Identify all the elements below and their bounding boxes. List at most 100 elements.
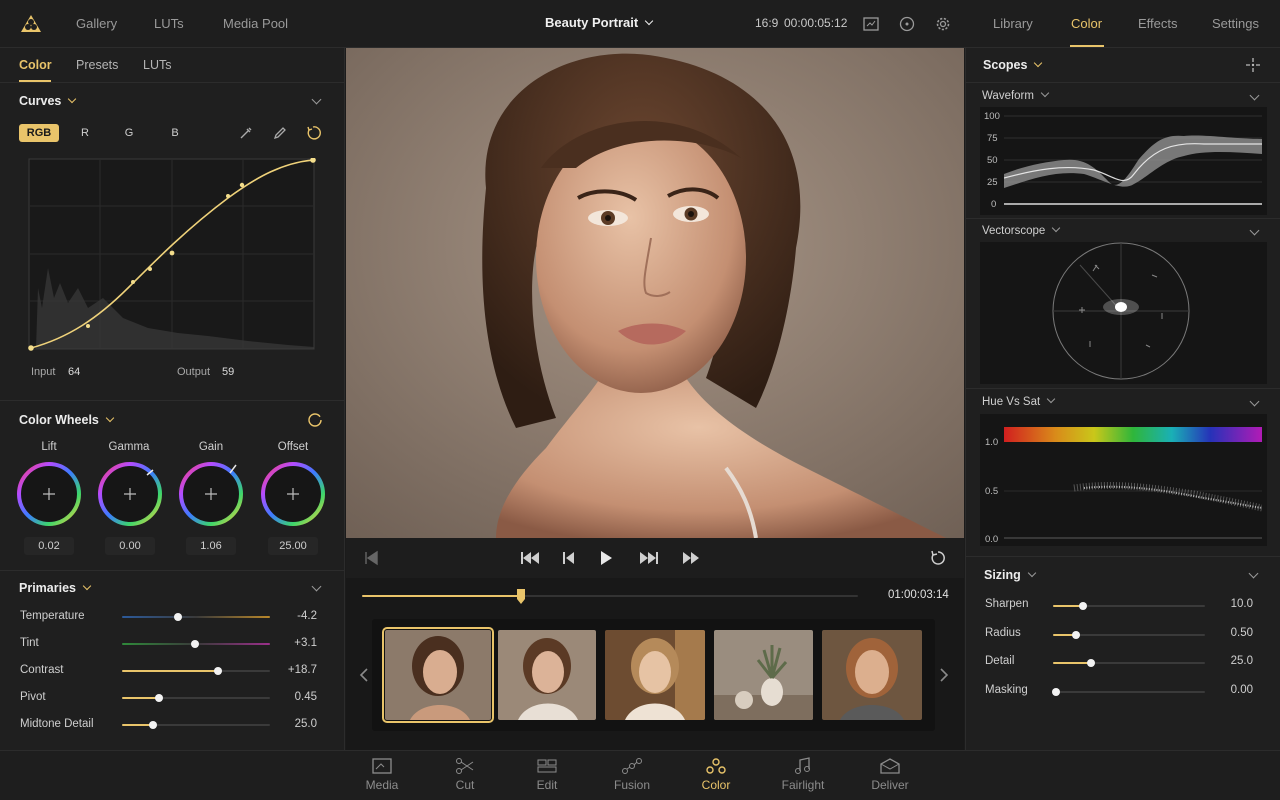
divider — [0, 570, 345, 571]
lift-wheel[interactable] — [16, 461, 82, 527]
slider-knob[interactable] — [149, 721, 157, 729]
slider-knob[interactable] — [155, 694, 163, 702]
slider-knob[interactable] — [174, 613, 182, 621]
chevron-left-icon[interactable] — [358, 667, 370, 683]
primaries-row: Pivot 0.45 — [20, 691, 320, 707]
tab-luts[interactable]: LUTs — [143, 58, 171, 72]
app-logo-icon[interactable] — [20, 13, 42, 35]
primaries-header[interactable]: Primaries — [19, 581, 92, 595]
slider-knob[interactable] — [1052, 688, 1060, 696]
aspect-ratio: 16:9 — [755, 16, 779, 30]
hue-vs-sat-tick: 0.0 — [985, 534, 999, 545]
sizing-row-label: Radius — [985, 627, 1021, 639]
loop-icon[interactable] — [929, 549, 947, 567]
nav-gallery[interactable]: Gallery — [76, 16, 117, 31]
clip-thumbnail[interactable] — [714, 630, 813, 720]
reset-wheels-icon[interactable] — [307, 412, 323, 428]
slider-knob[interactable] — [1079, 602, 1087, 610]
slider-knob[interactable] — [1087, 659, 1095, 667]
nav-media-pool[interactable]: Media Pool — [223, 16, 288, 31]
sizing-row-label: Detail — [985, 655, 1015, 667]
slider-fill — [122, 670, 218, 672]
page-fairlight[interactable]: Fairlight — [768, 757, 838, 792]
step-back-icon[interactable] — [560, 550, 576, 566]
sizing-row-value[interactable]: 10.0 — [1200, 598, 1253, 610]
primaries-row-value[interactable]: +18.7 — [288, 664, 317, 676]
viewer-image[interactable] — [346, 48, 964, 538]
primaries-row-value[interactable]: 25.0 — [295, 718, 317, 730]
hue-vs-sat-header[interactable]: Hue Vs Sat — [982, 394, 1056, 408]
clip-thumbnail[interactable] — [382, 627, 494, 723]
channel-b[interactable]: B — [162, 124, 188, 142]
curves-graph[interactable] — [28, 158, 316, 352]
page-cut-label: Cut — [455, 778, 475, 792]
primaries-row-value[interactable]: 0.45 — [295, 691, 317, 703]
page-color-label: Color — [701, 778, 731, 792]
offset-wheel[interactable] — [260, 461, 326, 527]
nav-effects[interactable]: Effects — [1138, 16, 1178, 31]
channel-rgb[interactable]: RGB — [19, 124, 59, 142]
output-label: Output — [177, 366, 211, 378]
gamma-value[interactable]: 0.00 — [105, 537, 155, 555]
vectorscope-title: Vectorscope — [982, 225, 1046, 237]
color-wheels-header[interactable]: Color Wheels — [19, 413, 115, 427]
previous-clip-icon[interactable] — [519, 550, 541, 566]
pen-icon[interactable] — [272, 125, 288, 141]
fast-forward-icon[interactable] — [681, 550, 701, 566]
sizing-header[interactable]: Sizing — [984, 568, 1037, 582]
crosshair-icon[interactable] — [1245, 57, 1261, 73]
primaries-row-label: Tint — [20, 637, 39, 649]
chevron-down-icon — [1027, 568, 1037, 578]
page-color[interactable]: Color — [681, 757, 751, 792]
reset-curve-icon[interactable] — [305, 125, 321, 141]
sizing-row-value[interactable]: 0.50 — [1200, 627, 1253, 639]
scopes-toggle-icon[interactable] — [862, 15, 880, 33]
slider-fill — [1053, 662, 1091, 664]
waveform-header[interactable]: Waveform — [982, 88, 1050, 102]
slider-track[interactable] — [1053, 691, 1205, 693]
page-fusion[interactable]: Fusion — [597, 757, 667, 792]
vectorscope-header[interactable]: Vectorscope — [982, 223, 1061, 237]
page-cut[interactable]: Cut — [430, 757, 500, 792]
sizing-row-value[interactable]: 0.00 — [1200, 684, 1253, 696]
primaries-row-value[interactable]: +3.1 — [294, 637, 317, 649]
clip-thumbnail[interactable] — [822, 630, 922, 720]
next-clip-icon[interactable] — [638, 550, 660, 566]
record-icon[interactable] — [898, 15, 916, 33]
play-icon[interactable] — [598, 549, 614, 567]
tab-presets[interactable]: Presets — [76, 58, 118, 72]
primaries-row-value[interactable]: -4.2 — [297, 610, 317, 622]
slider-knob[interactable] — [214, 667, 222, 675]
color-wheels-title: Color Wheels — [19, 413, 99, 427]
nav-settings[interactable]: Settings — [1212, 16, 1259, 31]
sizing-row-value[interactable]: 25.0 — [1200, 655, 1253, 667]
gamma-wheel[interactable] — [97, 461, 163, 527]
lift-value[interactable]: 0.02 — [24, 537, 74, 555]
clip-thumbnail[interactable] — [605, 630, 705, 720]
curves-header[interactable]: Curves — [19, 94, 77, 108]
nav-color[interactable]: Color — [1071, 16, 1102, 31]
project-title-dropdown[interactable]: Beauty Portrait — [545, 15, 654, 30]
page-media[interactable]: Media — [347, 757, 417, 792]
slider-fill — [122, 643, 195, 645]
offset-value[interactable]: 25.00 — [268, 537, 318, 555]
slider-knob[interactable] — [1072, 631, 1080, 639]
gain-wheel[interactable] — [178, 461, 244, 527]
slider-knob[interactable] — [191, 640, 199, 648]
clip-thumbnail[interactable] — [498, 630, 596, 720]
scopes-header[interactable]: Scopes — [983, 58, 1043, 72]
gain-value[interactable]: 1.06 — [186, 537, 236, 555]
channel-r[interactable]: R — [72, 124, 98, 142]
nav-library[interactable]: Library — [993, 16, 1033, 31]
page-deliver[interactable]: Deliver — [855, 757, 925, 792]
waveform-title: Waveform — [982, 90, 1034, 102]
gear-icon[interactable] — [934, 15, 952, 33]
page-edit[interactable]: Edit — [512, 757, 582, 792]
nav-luts[interactable]: LUTs — [154, 16, 184, 31]
chevron-right-icon[interactable] — [938, 667, 950, 683]
tab-color[interactable]: Color — [19, 58, 52, 72]
skip-start-icon[interactable] — [362, 550, 380, 566]
playhead[interactable] — [516, 588, 526, 606]
eyedropper-icon[interactable] — [238, 125, 254, 141]
channel-g[interactable]: G — [116, 124, 142, 142]
